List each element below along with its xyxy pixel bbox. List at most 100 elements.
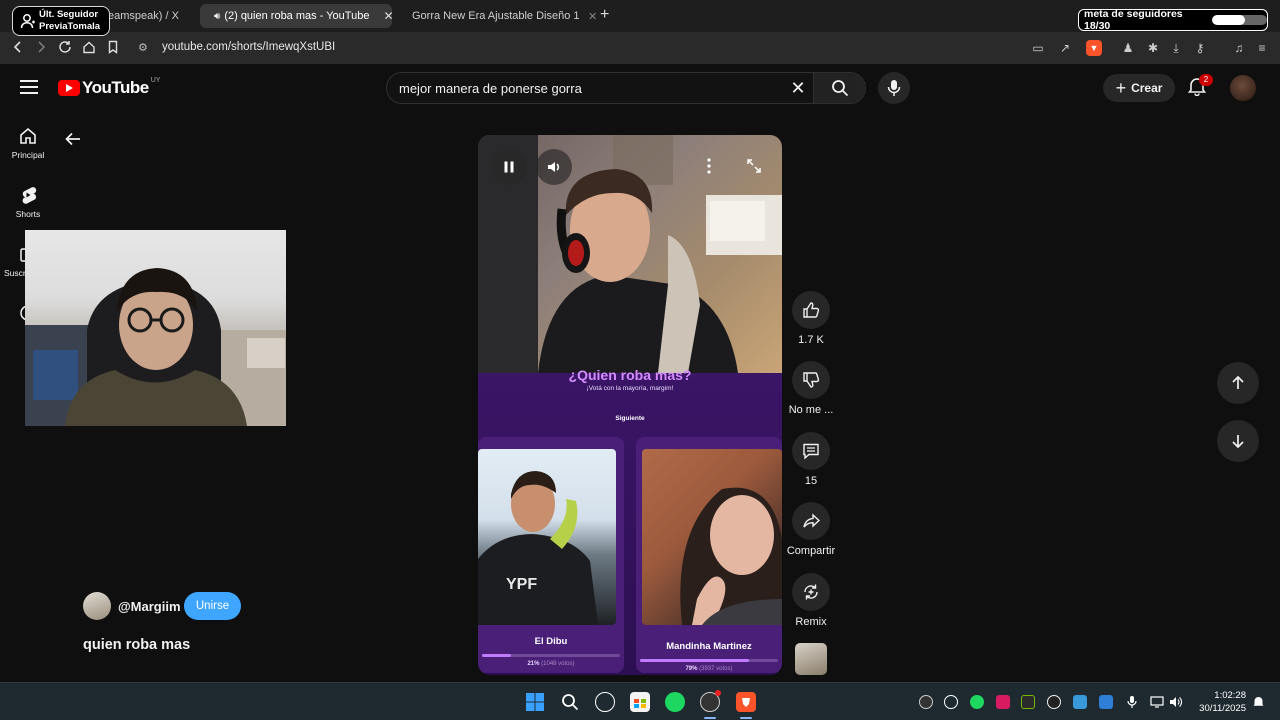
chatgpt-icon[interactable] — [595, 692, 615, 712]
remix-button[interactable]: Remix — [786, 573, 836, 628]
bookmark-icon[interactable] — [105, 40, 121, 56]
browser-toolbar: ⚙︎ youtube.com/shorts/ImewqXstUBI ▭ ↗ ▼ … — [0, 32, 1280, 64]
tab-label: Gorra New Era Ajustable Diseño 1 Aj — [412, 10, 582, 22]
search-button[interactable] — [813, 73, 865, 103]
hamburger-menu-icon[interactable] — [20, 80, 38, 94]
windows-start-icon[interactable] — [525, 692, 545, 712]
tab-youtube[interactable]: 🔊︎ (2) quien roba mas - YouTube ✕ — [200, 4, 392, 28]
vote-percent: 21% (1048 votos) — [478, 661, 624, 667]
remix-label: Remix — [795, 616, 827, 628]
store-icon[interactable] — [630, 692, 650, 712]
tab-label: eamspeak) / X — [108, 10, 179, 22]
search-icon[interactable] — [560, 692, 580, 712]
download-icon[interactable]: ⤓ — [1168, 40, 1184, 56]
cast-icon[interactable]: ▭ — [1030, 40, 1046, 56]
media-icon[interactable]: ♫ — [1231, 40, 1247, 56]
tray-volume-icon[interactable] — [1169, 695, 1183, 709]
volume-button[interactable] — [536, 149, 572, 185]
sidebar-item-shorts[interactable]: Shorts — [0, 185, 56, 219]
extension-icon[interactable]: ♟︎ — [1120, 40, 1136, 56]
menu-icon[interactable]: ≡ — [1254, 40, 1270, 56]
pause-button[interactable] — [491, 149, 527, 185]
quiz-title: ¿Quien roba mas? — [568, 367, 692, 383]
address-bar-url[interactable]: youtube.com/shorts/ImewqXstUBI — [162, 41, 335, 53]
pause-icon — [504, 161, 514, 173]
create-label: Crear — [1131, 81, 1163, 95]
site-settings-icon[interactable]: ⚙︎ — [138, 41, 148, 54]
next-short-button[interactable] — [1217, 420, 1259, 462]
previous-short-button[interactable] — [1217, 362, 1259, 404]
new-tab-button[interactable]: + — [600, 6, 609, 24]
vote-count: (1048 votos) — [541, 661, 575, 667]
notifications-button[interactable]: 2 — [1187, 74, 1213, 98]
search-box: ✕ — [386, 72, 866, 104]
quiz-subtitle: ¡Votá con la mayoría, margim! — [586, 385, 674, 392]
puzzle-extensions-icon[interactable]: ✱ — [1145, 40, 1161, 56]
shorts-video-player[interactable]: ¿Quien roba mas? ¡Votá con la mayoría, m… — [478, 135, 782, 675]
tray-security-icon[interactable] — [1073, 695, 1087, 709]
clock-time: 1:02:28 — [1214, 690, 1246, 701]
fullscreen-icon[interactable] — [746, 158, 762, 179]
tray-app-icon[interactable] — [1099, 695, 1113, 709]
tray-chatgpt-icon[interactable] — [944, 695, 958, 709]
thumbs-down-icon — [803, 372, 820, 388]
tab-x[interactable]: eamspeak) / X — [108, 4, 188, 28]
clock-date: 30/11/2025 — [1199, 703, 1246, 714]
option-name: El Dibu — [534, 636, 568, 647]
like-button[interactable]: 1.7 K — [786, 291, 836, 346]
tray-network-icon[interactable] — [1150, 695, 1164, 709]
tray-app-icon[interactable] — [996, 695, 1010, 709]
active-app-indicator — [740, 717, 752, 719]
channel-handle[interactable]: @Margiim — [118, 599, 181, 614]
channel-avatar-thumbnail[interactable] — [795, 643, 827, 675]
country-code: UY — [150, 76, 161, 84]
youtube-logo[interactable]: YouTube UY — [58, 76, 161, 98]
tab-gorra[interactable]: Gorra New Era Ajustable Diseño 1 Aj — [406, 4, 582, 28]
tray-microphone-icon[interactable] — [1125, 695, 1139, 709]
close-tab-icon[interactable]: ✕ — [383, 9, 392, 23]
system-clock[interactable]: 1:02:28 30/11/2025 — [1192, 689, 1246, 715]
active-app-indicator — [704, 717, 716, 719]
comment-icon — [803, 443, 819, 460]
streamer-webcam — [25, 230, 286, 426]
forward-icon[interactable] — [33, 40, 49, 56]
voice-search-button[interactable] — [878, 72, 910, 104]
brave-shields-icon[interactable]: ▼ — [1086, 40, 1102, 56]
search-input[interactable] — [387, 73, 783, 103]
join-button[interactable]: Unirse — [184, 592, 241, 620]
clear-search-icon[interactable]: ✕ — [783, 78, 813, 99]
vote-percent: 79% (3937 votos) — [636, 666, 782, 672]
volume-icon — [548, 162, 560, 172]
notification-bell-icon[interactable] — [1252, 695, 1266, 709]
back-button[interactable] — [64, 130, 82, 153]
share-page-icon[interactable]: ↗ — [1057, 40, 1073, 56]
quiz-option-card: Mandinha Martinez 79% (3937 votos) — [636, 437, 782, 673]
back-icon[interactable] — [10, 40, 26, 56]
password-key-icon[interactable]: ⚷ — [1192, 40, 1208, 56]
reload-icon[interactable] — [57, 40, 73, 56]
dislike-label: No me ... — [788, 404, 834, 416]
tray-app-icon[interactable] — [1047, 695, 1061, 709]
arrow-up-icon — [1232, 375, 1244, 389]
more-options-icon[interactable] — [706, 157, 712, 180]
tray-nvidia-icon[interactable] — [1021, 695, 1035, 709]
spotify-icon[interactable] — [665, 692, 685, 712]
home-icon — [20, 127, 36, 144]
youtube-header: YouTube UY ✕ + Crear 2 — [0, 64, 1280, 112]
create-button[interactable]: + Crear — [1103, 74, 1175, 102]
quiz-option-card: YPF El Dibu 21% (1048 votos) — [478, 437, 624, 673]
brave-icon[interactable] — [736, 692, 756, 712]
dislike-button[interactable]: No me ... — [786, 361, 836, 416]
share-label: Compartir — [786, 545, 836, 557]
sidebar-item-label: Principal — [11, 150, 45, 160]
comments-button[interactable]: 15 — [786, 432, 836, 487]
channel-avatar[interactable] — [83, 592, 111, 620]
tray-obs-icon[interactable] — [919, 695, 933, 709]
account-avatar[interactable] — [1230, 75, 1256, 101]
sidebar-item-home[interactable]: Principal — [0, 126, 56, 160]
close-tab-icon[interactable]: ✕ — [588, 4, 600, 28]
speaker-icon: 🔊︎ — [214, 10, 221, 22]
share-button[interactable]: Compartir — [784, 502, 838, 557]
home-icon[interactable] — [81, 40, 97, 56]
tray-spotify-icon[interactable] — [970, 695, 984, 709]
